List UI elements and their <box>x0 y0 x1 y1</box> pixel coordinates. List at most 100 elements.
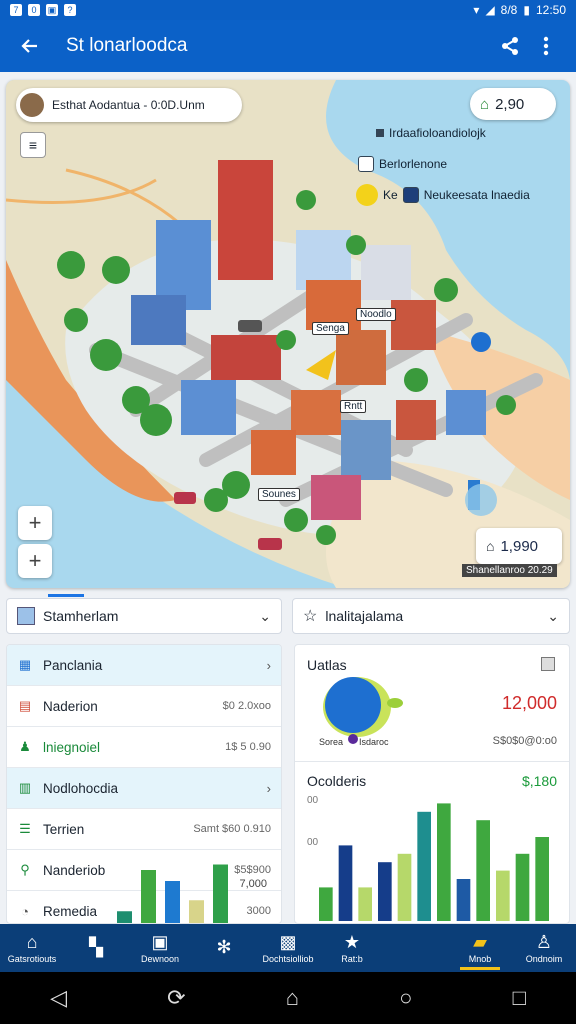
signal-icon: ◢ <box>485 3 495 17</box>
wifi-icon: ▾ <box>473 3 480 17</box>
star-icon: ☆ <box>303 608 318 625</box>
nav-item[interactable]: ✻ <box>192 924 256 972</box>
top-right-badge[interactable]: ⌂ 2,90 <box>470 88 556 120</box>
divider <box>295 761 569 762</box>
network-text: 8/8 <box>500 3 518 17</box>
location-text: Esthat Aodantua - 0:0D.Unm <box>52 98 205 112</box>
clock: 12:50 <box>535 3 566 17</box>
person-icon: ♟ <box>19 739 31 754</box>
gauge-icon: ◔ <box>21 903 29 919</box>
nav-item-label: Dewnoon <box>140 954 180 964</box>
stats-panel: Uatlas Sorea Isdaroc 12,000 S$0$0@0:o0 O… <box>294 644 570 924</box>
list-extra-value: 7,000 <box>239 878 267 890</box>
nav-item[interactable]: ⌂ Gatsrotiouts <box>0 924 64 972</box>
nav-item[interactable]: ★ Rat:b <box>320 924 384 972</box>
bar <box>437 803 451 921</box>
nav-item-label: Gatsrotiouts <box>7 954 57 964</box>
mini-bar <box>189 900 204 923</box>
chevron-down-icon: ⌄ <box>547 607 559 624</box>
map-tag: Sounes <box>258 488 300 501</box>
battery-icon: ▮ <box>523 3 530 17</box>
bar <box>397 853 412 921</box>
list-item[interactable]: ▤ Naderion $0 2.0xoo <box>7 686 281 727</box>
list-item[interactable]: ▦ Panclania › <box>7 645 281 686</box>
map-view[interactable]: Esthat Aodantua - 0:0D.Unm ≡ ⌂ 2,90 Irda… <box>6 80 570 588</box>
bar <box>319 887 333 921</box>
tab-indicator <box>48 594 84 597</box>
list-item[interactable]: ♟ lniegnoiel 1$ 5 0.90 <box>7 727 281 768</box>
image-icon[interactable] <box>541 657 555 671</box>
nav-item-label: Dochtsiolliob <box>262 954 314 964</box>
mini-bar <box>117 911 132 923</box>
home-icon: ⌂ <box>486 538 495 554</box>
home-icon: ⌂ <box>26 932 38 952</box>
bottom-right-badge[interactable]: ⌂ 1,990 <box>476 528 562 564</box>
circle-home-icon[interactable]: ○ <box>399 985 412 1011</box>
list-item-label: Terrien <box>43 821 85 837</box>
nav-item[interactable]: ▩ Dochtsiolliob <box>256 924 320 972</box>
nav-item[interactable]: ▰ Mnob <box>448 924 512 972</box>
map-icon: ▚ <box>89 937 103 957</box>
bottom-navigation: ⌂ Gatsrotiouts ▚ ▣ Dewnoon ✻ ▩ Dochtsiolliob ★ Ra… <box>0 924 576 972</box>
nav-item-label: Mnob <box>468 954 492 964</box>
list-icon[interactable]: ≡ <box>20 132 46 158</box>
mini-bar <box>141 870 156 923</box>
nav-item[interactable]: ♙ Ondnoim <box>512 924 576 972</box>
list-item[interactable]: ▥ Nodlohocdia › <box>7 768 281 809</box>
notification-icon: ▣ <box>46 4 58 16</box>
zoom-in-button[interactable]: + <box>18 506 52 540</box>
big-sub: S$0$0@0:o0 <box>492 735 557 747</box>
legend-b: Isdaroc <box>359 737 389 747</box>
arrow-left-icon[interactable] <box>12 28 48 64</box>
list-item-value: $0 2.0xoo <box>222 700 271 712</box>
notification-icon: ? <box>64 4 76 16</box>
person-icon: ♙ <box>535 932 553 952</box>
nav-item[interactable]: ▣ Dewnoon <box>128 924 192 972</box>
status-icons-right: ▾ ◢ 8/8 ▮ 12:50 <box>473 3 566 17</box>
back-icon[interactable]: ◁ <box>50 985 67 1011</box>
document-icon: ▦ <box>18 657 32 672</box>
nav-item-label: Ondnoim <box>525 954 563 964</box>
filter-dropdown[interactable]: ☆ lnalitajalama ⌄ <box>292 598 570 634</box>
bar <box>338 845 353 921</box>
mini-bar-chart <box>117 864 228 923</box>
map-credit: Shanellanroo 20.29 <box>462 564 557 577</box>
bar <box>417 811 431 921</box>
map-tag: Senga <box>312 322 349 335</box>
list-item-label: Panclania <box>43 657 103 673</box>
share-icon[interactable] <box>492 28 528 64</box>
list-item[interactable]: ☰ Terrien Samt $60 0.910 <box>7 809 281 850</box>
rotate-icon[interactable]: ⟳ <box>167 985 185 1011</box>
list-item-label: Naderion <box>43 698 98 714</box>
bar <box>515 853 530 921</box>
chevron-right-icon: › <box>266 780 271 796</box>
home-icon[interactable]: ⌂ <box>286 985 299 1011</box>
map-illustration <box>6 80 570 588</box>
grid-icon: ▥ <box>18 780 32 795</box>
top-right-value: 2,90 <box>495 95 525 113</box>
recents-icon[interactable]: □ <box>513 985 526 1011</box>
nav-item[interactable]: ▚ <box>64 924 128 972</box>
status-icons-left: 7 0 ▣ ? <box>10 4 76 16</box>
more-vert-icon[interactable] <box>528 28 564 64</box>
map-tag: Noodlo <box>356 308 396 321</box>
zoom-out-button[interactable]: + <box>18 544 52 578</box>
map-label: Irdaafioloandiolojk <box>376 126 486 140</box>
avatar <box>18 91 46 119</box>
wallet-icon: ▰ <box>473 932 487 952</box>
map-label: Ke Neukeesata lnaedia <box>356 184 530 206</box>
bar-chart <box>319 803 549 921</box>
notification-icon: 7 <box>10 4 22 16</box>
building-icon <box>358 156 374 172</box>
category-dropdown[interactable]: Stamherlam ⌄ <box>6 598 282 634</box>
chevron-right-icon: › <box>266 657 271 673</box>
page-title: St lonarloodca <box>66 35 188 56</box>
location-chip[interactable]: Esthat Aodantua - 0:0D.Unm <box>16 88 242 122</box>
list-panel: ▦ Panclania › ▤ Naderion $0 2.0xoo ♟ lniegnoiel… <box>6 644 282 924</box>
nav-item-label: Rat:b <box>341 954 363 964</box>
list-item-value: 1$ 5 0.90 <box>225 741 271 753</box>
invoice-icon: ▤ <box>18 698 32 713</box>
system-navigation: ◁ ⟳ ⌂ ○ □ <box>0 972 576 1024</box>
list-item-label: Nodlohocdia <box>43 780 119 796</box>
bar <box>476 820 490 921</box>
